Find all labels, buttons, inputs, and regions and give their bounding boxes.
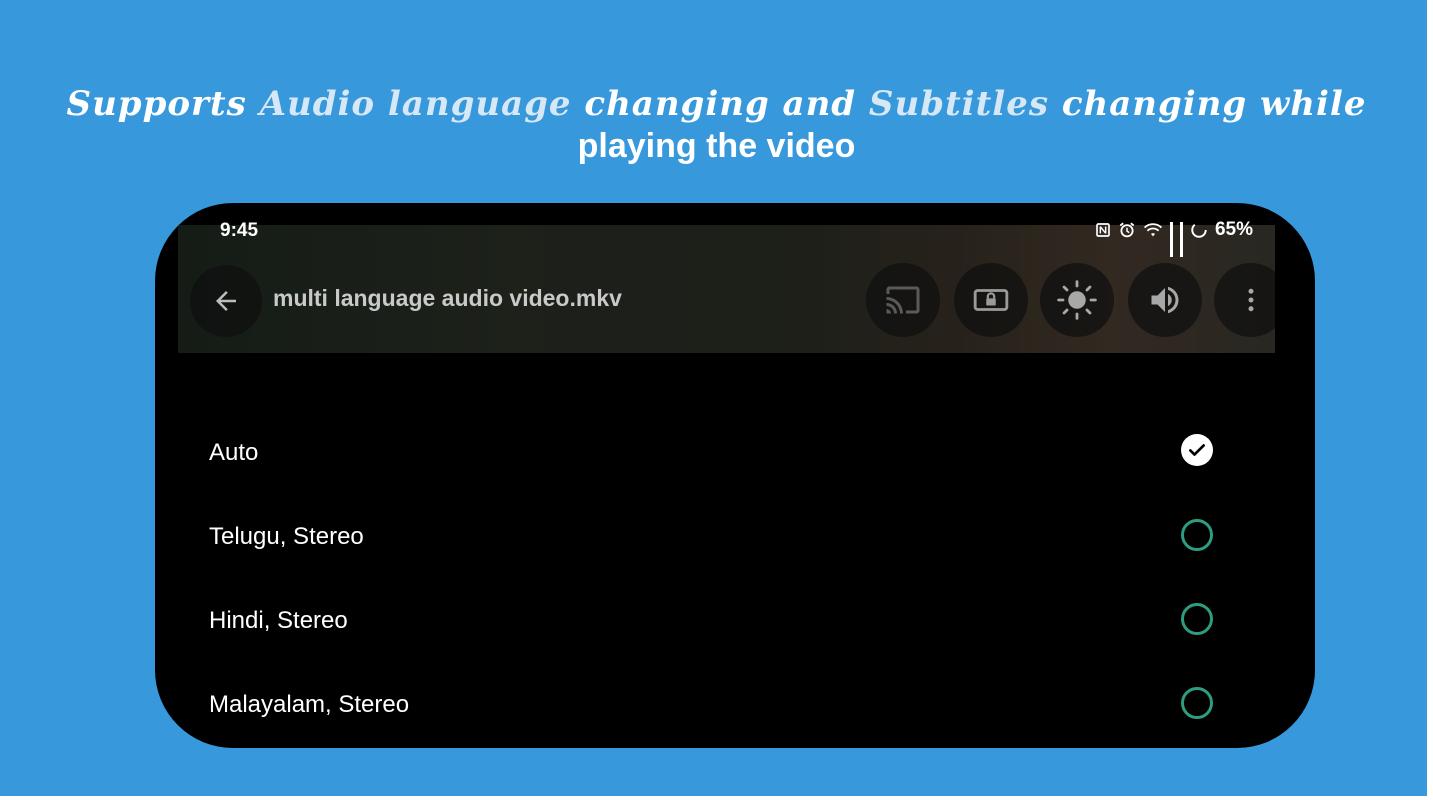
headline-line-1: Supports Audio language changing and Sub… — [60, 82, 1373, 126]
more-vert-icon — [1248, 288, 1254, 312]
cast-button[interactable] — [866, 263, 940, 337]
video-file-title: multi language audio video.mkv — [273, 285, 622, 311]
nfc-icon — [1096, 223, 1110, 237]
radio-unselected-icon[interactable] — [1181, 687, 1213, 719]
wifi-icon — [1143, 223, 1162, 237]
battery-icon — [1191, 222, 1207, 238]
headline-text: Supports — [66, 84, 260, 124]
radio-unselected-icon[interactable] — [1181, 603, 1213, 635]
headline-highlight-audio: Audio language — [259, 84, 572, 124]
volume-button[interactable] — [1128, 263, 1202, 337]
checkmark-icon — [1189, 444, 1205, 456]
selected-check-icon[interactable] — [1181, 434, 1213, 466]
audio-track-option[interactable]: Telugu, Stereo — [155, 497, 1315, 581]
headline-text: changing while — [1048, 84, 1367, 124]
frame-edge-bottom — [0, 796, 1433, 800]
cast-icon — [886, 286, 920, 314]
alarm-icon — [1119, 222, 1135, 238]
battery-percent: 65% — [1214, 219, 1253, 240]
audio-track-label: Telugu, Stereo — [209, 523, 364, 550]
status-time: 9:45 — [220, 220, 259, 241]
status-icons: 65% — [1095, 219, 1253, 257]
volume-icon — [1151, 286, 1179, 314]
audio-track-label: Hindi, Stereo — [209, 607, 348, 634]
cellular-signal-icon — [1169, 222, 1173, 257]
status-bar: 9:45 65% — [155, 203, 1315, 257]
audio-track-option[interactable]: Auto — [155, 413, 1315, 497]
frame-edge-right — [1427, 0, 1433, 800]
lock-screen-button[interactable] — [954, 263, 1028, 337]
arrow-back-icon — [216, 291, 236, 311]
audio-track-option[interactable]: Malayalam, Stereo — [155, 665, 1315, 748]
audio-track-label: Auto — [209, 439, 259, 466]
brightness-button[interactable] — [1040, 263, 1114, 337]
promo-headline: Supports Audio language changing and Sub… — [60, 82, 1373, 166]
audio-track-label: Malayalam, Stereo — [209, 691, 410, 718]
headline-highlight-subtitles: Subtitles — [868, 84, 1049, 124]
headline-line-2: playing the video — [577, 127, 856, 165]
cellular-signal-icon — [1179, 222, 1183, 257]
headline-text: changing and — [571, 84, 869, 124]
radio-unselected-icon[interactable] — [1181, 519, 1213, 551]
audio-track-option[interactable]: Hindi, Stereo — [155, 581, 1315, 665]
brightness-icon — [1057, 280, 1097, 320]
phone-screen: multi language audio video.mkv 9:45 65% … — [155, 203, 1315, 748]
video-player-header: multi language audio video.mkv — [178, 225, 1275, 353]
lock-screen-icon — [973, 289, 1009, 311]
back-button[interactable] — [190, 265, 262, 337]
